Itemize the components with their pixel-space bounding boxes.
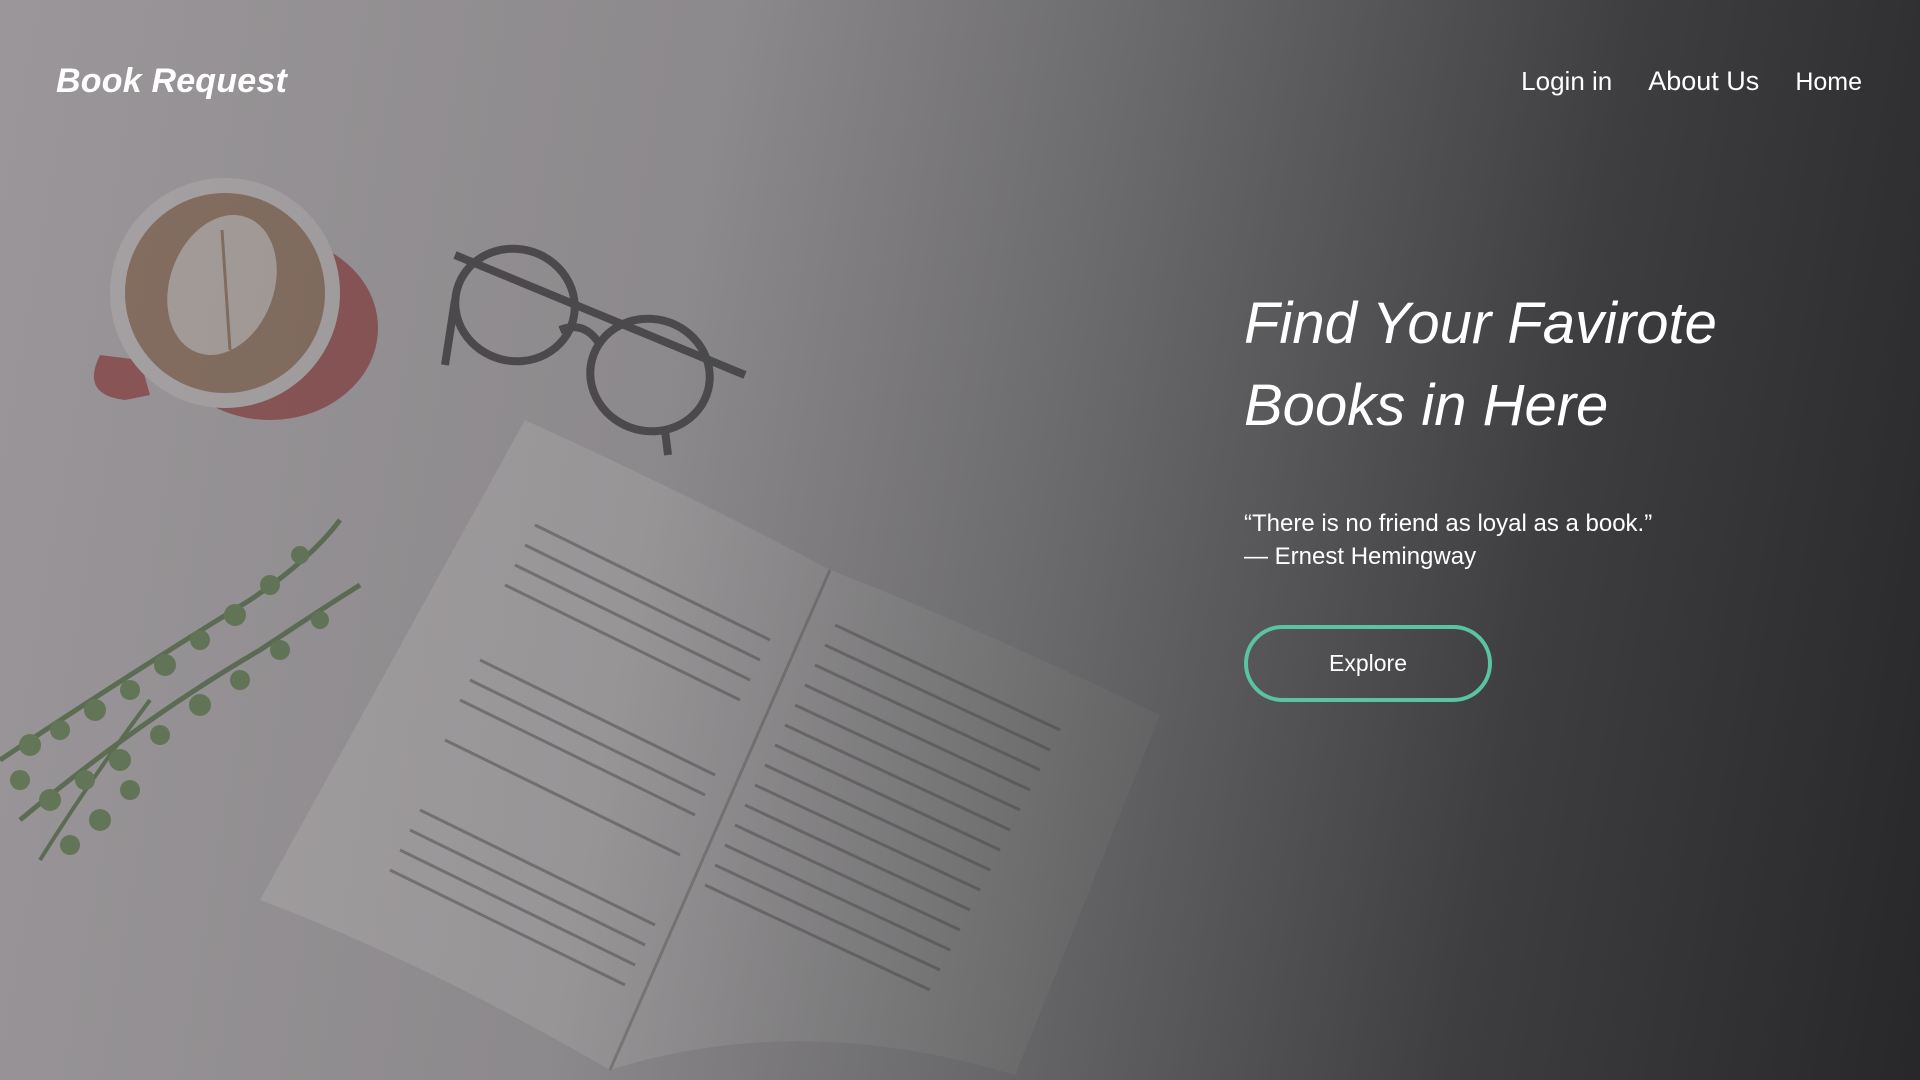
site-logo[interactable]: Book Request xyxy=(56,62,287,101)
hero-section: Find Your Favirote Books in Here “There … xyxy=(1244,283,1884,702)
hero-title-line-1: Find Your Favirote xyxy=(1244,291,1717,356)
nav-link-home[interactable]: Home xyxy=(1795,68,1862,97)
quote-text: “There is no friend as loyal as a book.” xyxy=(1244,510,1653,537)
hero-title: Find Your Favirote Books in Here xyxy=(1244,283,1884,447)
hero-title-line-2: Books in Here xyxy=(1244,373,1609,438)
nav-link-login[interactable]: Login in xyxy=(1521,66,1612,97)
landing-page: Book Request Login in About Us Home Find… xyxy=(0,0,1920,1080)
quote-author: — Ernest Hemingway xyxy=(1244,543,1477,570)
hero-quote: “There is no friend as loyal as a book.”… xyxy=(1244,507,1884,573)
explore-button[interactable]: Explore xyxy=(1244,625,1492,702)
top-nav: Login in About Us Home xyxy=(1521,66,1862,97)
nav-link-about-us[interactable]: About Us xyxy=(1648,66,1759,97)
